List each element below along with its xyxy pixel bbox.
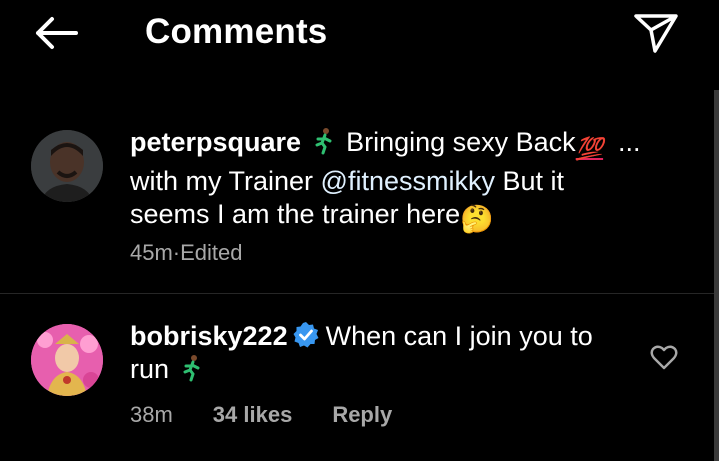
edited-label: Edited <box>180 240 243 265</box>
likes-count[interactable]: 34 likes <box>213 402 293 428</box>
avatar[interactable] <box>31 130 103 202</box>
timestamp: 38m <box>130 402 173 427</box>
username[interactable]: bobrisky222 <box>130 321 288 351</box>
scrollbar[interactable] <box>714 90 719 461</box>
running-man-emoji-icon <box>315 128 332 155</box>
reply-button[interactable]: Reply <box>332 402 392 428</box>
timestamp: 45m <box>130 240 173 265</box>
thinking-face-emoji-icon: 🤔 <box>460 204 494 234</box>
meta-separator: · <box>172 240 181 265</box>
comment-text: bobrisky222 When can I join you to run <box>130 320 620 386</box>
avatar[interactable] <box>31 324 103 396</box>
back-arrow-icon <box>36 17 78 49</box>
verified-badge-icon <box>293 322 319 348</box>
like-heart-icon[interactable] <box>650 344 678 370</box>
profile-photo-icon <box>31 324 103 396</box>
comment-meta: 45m · Edited <box>130 240 243 266</box>
profile-photo-icon <box>31 130 103 202</box>
comment-text: peterpsquare Bringing sexy Back💯 with my… <box>130 126 650 236</box>
username[interactable]: peterpsquare <box>130 127 301 157</box>
share-button[interactable] <box>628 10 684 56</box>
comment-meta: 38m 34 likes Reply <box>130 402 392 428</box>
paper-plane-icon <box>634 14 678 53</box>
caption-text-part1: Bringing sexy Back <box>338 127 576 157</box>
hundred-points-emoji-icon: 💯 <box>575 136 604 161</box>
back-button[interactable] <box>30 12 82 54</box>
running-man-emoji-icon <box>183 355 200 382</box>
mention-link[interactable]: @fitnessmikky <box>321 166 495 196</box>
caption-text-part2: with my Trainer <box>130 166 321 196</box>
more-indicator[interactable]: ... <box>618 126 641 159</box>
caption-comment: peterpsquare Bringing sexy Back💯 with my… <box>0 118 714 292</box>
comment-item: bobrisky222 When can I join you to run 3… <box>0 293 714 461</box>
page-title: Comments <box>145 12 328 51</box>
header-bar: Comments <box>0 0 719 64</box>
